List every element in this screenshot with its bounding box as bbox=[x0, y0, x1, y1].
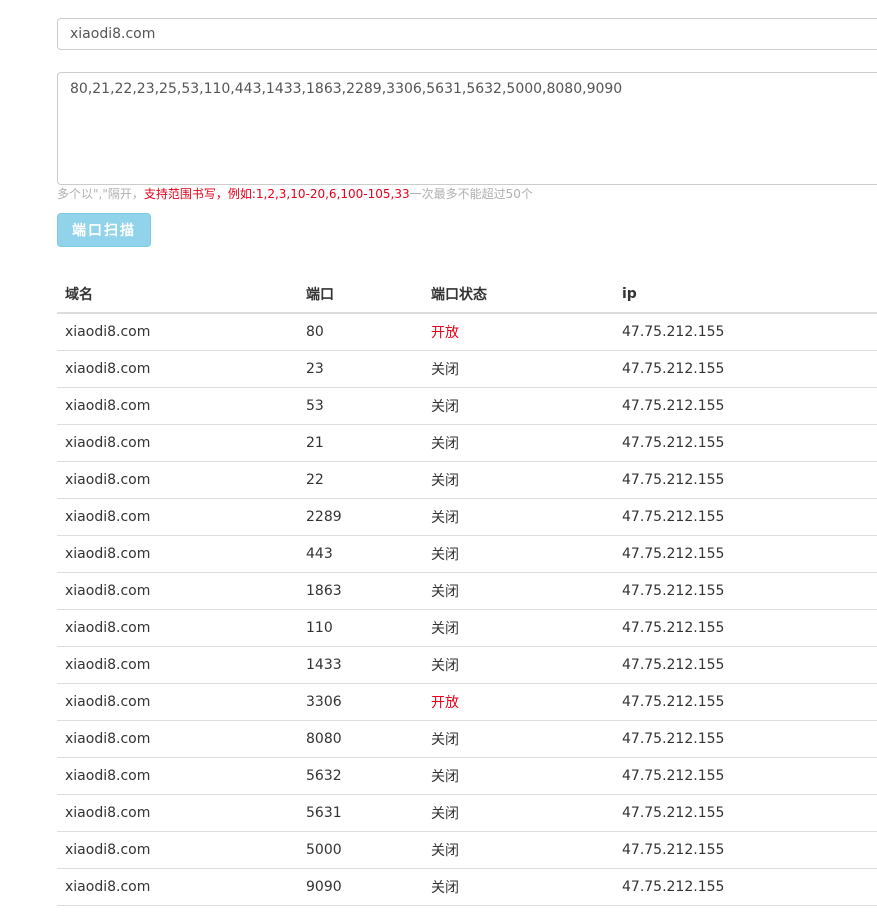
cell-status: 关闭 bbox=[423, 646, 614, 684]
cell-domain: xiaodi8.com bbox=[57, 609, 298, 647]
help-range-example: 支持范围书写，例如:1,2,3,10-20,6,100-105,33 bbox=[143, 187, 410, 201]
cell-port: 21 bbox=[298, 424, 423, 462]
cell-ip: 47.75.212.155 bbox=[614, 868, 877, 906]
cell-port: 8080 bbox=[298, 720, 423, 758]
cell-status: 关闭 bbox=[423, 424, 614, 462]
cell-ip: 47.75.212.155 bbox=[614, 535, 877, 573]
cell-port: 5000 bbox=[298, 831, 423, 869]
results-table: 域名 端口 端口状态 ip xiaodi8.com 80 开放 47.75.212.1… bbox=[57, 276, 877, 906]
table-row: xiaodi8.com 1433 关闭 47.75.212.155 bbox=[57, 646, 877, 684]
table-row: xiaodi8.com 5632 关闭 47.75.212.155 bbox=[57, 757, 877, 795]
cell-ip: 47.75.212.155 bbox=[614, 646, 877, 684]
cell-ip: 47.75.212.155 bbox=[614, 757, 877, 795]
cell-domain: xiaodi8.com bbox=[57, 535, 298, 573]
cell-ip: 47.75.212.155 bbox=[614, 794, 877, 832]
cell-status: 关闭 bbox=[423, 868, 614, 906]
table-row: xiaodi8.com 23 关闭 47.75.212.155 bbox=[57, 350, 877, 388]
cell-ip: 47.75.212.155 bbox=[614, 720, 877, 758]
header-ip: ip bbox=[614, 276, 877, 314]
port-scan-page: 80,21,22,23,25,53,110,443,1433,1863,2289… bbox=[0, 0, 877, 924]
cell-status: 开放 bbox=[423, 313, 614, 351]
table-row: xiaodi8.com 22 关闭 47.75.212.155 bbox=[57, 461, 877, 499]
ports-help-text: 多个以","隔开，支持范围书写，例如:1,2,3,10-20,6,100-105… bbox=[57, 186, 533, 202]
cell-status: 关闭 bbox=[423, 461, 614, 499]
cell-port: 110 bbox=[298, 609, 423, 647]
cell-port: 80 bbox=[298, 313, 423, 351]
cell-port: 53 bbox=[298, 387, 423, 425]
cell-ip: 47.75.212.155 bbox=[614, 498, 877, 536]
cell-domain: xiaodi8.com bbox=[57, 720, 298, 758]
cell-port: 1433 bbox=[298, 646, 423, 684]
cell-status: 关闭 bbox=[423, 572, 614, 610]
table-row: xiaodi8.com 21 关闭 47.75.212.155 bbox=[57, 424, 877, 462]
cell-domain: xiaodi8.com bbox=[57, 572, 298, 610]
domain-input[interactable] bbox=[57, 18, 877, 50]
table-row: xiaodi8.com 5000 关闭 47.75.212.155 bbox=[57, 831, 877, 869]
cell-status: 开放 bbox=[423, 683, 614, 721]
table-row: xiaodi8.com 443 关闭 47.75.212.155 bbox=[57, 535, 877, 573]
cell-domain: xiaodi8.com bbox=[57, 313, 298, 351]
cell-port: 23 bbox=[298, 350, 423, 388]
cell-status: 关闭 bbox=[423, 609, 614, 647]
cell-port: 1863 bbox=[298, 572, 423, 610]
cell-status: 关闭 bbox=[423, 831, 614, 869]
header-port: 端口 bbox=[298, 276, 423, 314]
cell-status: 关闭 bbox=[423, 535, 614, 573]
cell-ip: 47.75.212.155 bbox=[614, 572, 877, 610]
cell-ip: 47.75.212.155 bbox=[614, 831, 877, 869]
port-scan-button[interactable]: 端口扫描 bbox=[57, 213, 151, 247]
cell-port: 5632 bbox=[298, 757, 423, 795]
table-row: xiaodi8.com 3306 开放 47.75.212.155 bbox=[57, 683, 877, 721]
cell-domain: xiaodi8.com bbox=[57, 831, 298, 869]
cell-status: 关闭 bbox=[423, 350, 614, 388]
cell-status: 关闭 bbox=[423, 757, 614, 795]
cell-port: 9090 bbox=[298, 868, 423, 906]
table-row: xiaodi8.com 8080 关闭 47.75.212.155 bbox=[57, 720, 877, 758]
cell-port: 22 bbox=[298, 461, 423, 499]
cell-status: 关闭 bbox=[423, 720, 614, 758]
table-row: xiaodi8.com 53 关闭 47.75.212.155 bbox=[57, 387, 877, 425]
cell-port: 3306 bbox=[298, 683, 423, 721]
table-row: xiaodi8.com 5631 关闭 47.75.212.155 bbox=[57, 794, 877, 832]
cell-domain: xiaodi8.com bbox=[57, 757, 298, 795]
cell-ip: 47.75.212.155 bbox=[614, 461, 877, 499]
help-prefix: 多个以","隔开， bbox=[57, 187, 144, 201]
cell-status: 关闭 bbox=[423, 387, 614, 425]
cell-domain: xiaodi8.com bbox=[57, 868, 298, 906]
cell-ip: 47.75.212.155 bbox=[614, 387, 877, 425]
header-domain: 域名 bbox=[57, 276, 298, 314]
help-suffix: 一次最多不能超过50个 bbox=[409, 187, 533, 201]
cell-status: 关闭 bbox=[423, 794, 614, 832]
cell-ip: 47.75.212.155 bbox=[614, 424, 877, 462]
cell-port: 2289 bbox=[298, 498, 423, 536]
cell-domain: xiaodi8.com bbox=[57, 350, 298, 388]
table-row: xiaodi8.com 110 关闭 47.75.212.155 bbox=[57, 609, 877, 647]
cell-ip: 47.75.212.155 bbox=[614, 683, 877, 721]
cell-ip: 47.75.212.155 bbox=[614, 350, 877, 388]
cell-domain: xiaodi8.com bbox=[57, 794, 298, 832]
cell-ip: 47.75.212.155 bbox=[614, 313, 877, 351]
table-row: xiaodi8.com 1863 关闭 47.75.212.155 bbox=[57, 572, 877, 610]
cell-domain: xiaodi8.com bbox=[57, 498, 298, 536]
cell-domain: xiaodi8.com bbox=[57, 387, 298, 425]
cell-port: 5631 bbox=[298, 794, 423, 832]
table-row: xiaodi8.com 9090 关闭 47.75.212.155 bbox=[57, 868, 877, 906]
cell-ip: 47.75.212.155 bbox=[614, 609, 877, 647]
header-status: 端口状态 bbox=[423, 276, 614, 314]
table-row: xiaodi8.com 2289 关闭 47.75.212.155 bbox=[57, 498, 877, 536]
results-body: xiaodi8.com 80 开放 47.75.212.155 xiaodi8.com 2… bbox=[57, 313, 877, 906]
cell-status: 关闭 bbox=[423, 498, 614, 536]
ports-textarea[interactable]: 80,21,22,23,25,53,110,443,1433,1863,2289… bbox=[57, 72, 877, 185]
cell-domain: xiaodi8.com bbox=[57, 424, 298, 462]
table-header-row: 域名 端口 端口状态 ip bbox=[57, 276, 877, 314]
table-row: xiaodi8.com 80 开放 47.75.212.155 bbox=[57, 313, 877, 351]
cell-port: 443 bbox=[298, 535, 423, 573]
cell-domain: xiaodi8.com bbox=[57, 646, 298, 684]
cell-domain: xiaodi8.com bbox=[57, 461, 298, 499]
cell-domain: xiaodi8.com bbox=[57, 683, 298, 721]
